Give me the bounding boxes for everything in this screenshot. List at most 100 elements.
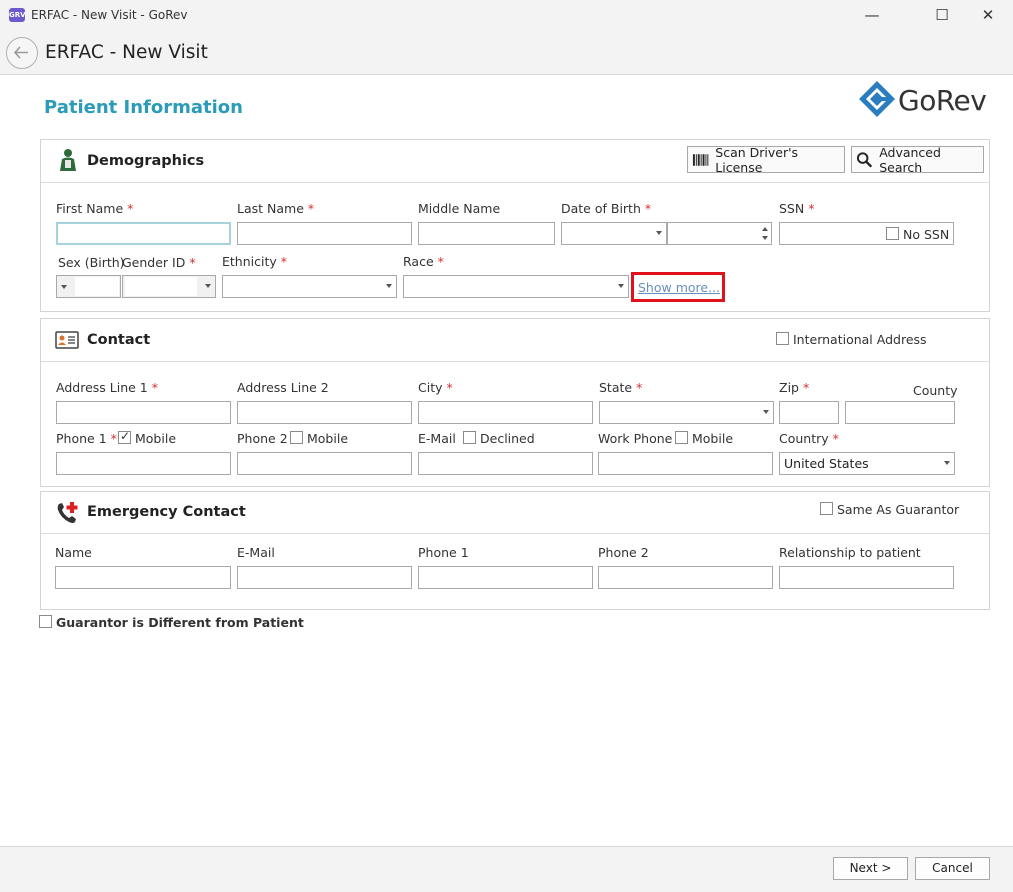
middle-name-label: Middle Name (418, 201, 501, 216)
contact-title: Contact (87, 332, 151, 348)
contact-card-icon (55, 331, 79, 349)
race-label: Race * (403, 254, 444, 269)
spin-down-icon (762, 236, 768, 240)
ec-email-input[interactable] (237, 566, 412, 589)
international-address-label: International Address (793, 332, 927, 347)
last-name-input[interactable] (237, 222, 412, 245)
cancel-button[interactable]: Cancel (915, 857, 990, 880)
work-phone-mobile-checkbox[interactable] (675, 431, 688, 444)
dob-month-select[interactable] (561, 222, 667, 245)
ec-phone1-input[interactable] (418, 566, 593, 589)
ec-phone1-label: Phone 1 (418, 545, 469, 560)
ec-name-input[interactable] (55, 566, 231, 589)
demographics-title: Demographics (87, 153, 205, 169)
maximize-button[interactable]: ☐ (924, 3, 960, 27)
state-label: State * (599, 380, 643, 395)
no-ssn-checkbox[interactable] (886, 227, 899, 240)
work-phone-input[interactable] (598, 452, 773, 475)
gorev-logo-text: GoRev (898, 84, 987, 117)
address1-input[interactable] (56, 401, 231, 424)
ec-email-label: E-Mail (237, 545, 275, 560)
race-select[interactable] (403, 275, 629, 298)
phone1-input[interactable] (56, 452, 231, 475)
county-label: County (913, 383, 958, 398)
chevron-down-icon (656, 231, 662, 235)
show-more-link[interactable]: Show more... (638, 280, 720, 295)
email-input[interactable] (418, 452, 593, 475)
ec-phone2-input[interactable] (598, 566, 773, 589)
scan-license-label: Scan Driver's License (715, 144, 799, 175)
ec-phone2-label: Phone 2 (598, 545, 649, 560)
ssn-label: SSN * (779, 201, 815, 216)
minimize-button[interactable]: — (854, 3, 890, 27)
phone2-input[interactable] (237, 452, 412, 475)
dob-spinner[interactable] (667, 222, 772, 245)
phone-medical-icon (57, 502, 78, 523)
ec-relationship-label: Relationship to patient (779, 545, 921, 560)
state-select[interactable] (599, 401, 774, 424)
address2-label: Address Line 2 (237, 380, 329, 395)
chevron-down-icon (944, 461, 950, 465)
work-phone-mobile-label: Mobile (692, 431, 734, 446)
divider (41, 361, 989, 362)
phone2-label: Phone 2 (237, 431, 288, 446)
gorev-logo-icon (859, 81, 895, 117)
email-label: E-Mail (418, 431, 456, 446)
advanced-search-label: Advanced Search (879, 144, 941, 175)
chevron-down-icon (618, 284, 624, 288)
phone2-mobile-checkbox[interactable] (290, 431, 303, 444)
email-declined-label: Declined (480, 431, 535, 446)
ec-name-label: Name (55, 545, 92, 560)
no-ssn-label: No SSN (903, 227, 950, 242)
gender-select[interactable] (122, 275, 216, 298)
emergency-contact-title: Emergency Contact (87, 504, 246, 520)
window-title: ERFAC - New Visit - GoRev (31, 8, 188, 22)
first-name-label: First Name * (56, 201, 134, 216)
city-label: City * (418, 380, 453, 395)
same-as-guarantor-checkbox[interactable] (820, 502, 833, 515)
app-icon: GRV (9, 8, 26, 22)
divider (41, 533, 989, 534)
ethnicity-label: Ethnicity * (222, 254, 287, 269)
spin-up-icon (762, 227, 768, 231)
phone1-label: Phone 1 * (56, 431, 117, 446)
country-value: United States (784, 456, 869, 471)
guarantor-different-checkbox[interactable] (39, 615, 52, 628)
person-icon (60, 149, 76, 171)
country-select[interactable]: United States (779, 452, 955, 475)
next-button[interactable]: Next > (833, 857, 908, 880)
last-name-label: Last Name * (237, 201, 315, 216)
page-title: ERFAC - New Visit (45, 42, 208, 63)
chevron-down-icon (763, 410, 769, 414)
middle-name-input[interactable] (418, 222, 555, 245)
section-title: Patient Information (44, 97, 243, 118)
gender-label: Gender ID * (122, 255, 196, 270)
dob-label: Date of Birth * (561, 201, 652, 216)
advanced-search-button[interactable]: Advanced Search (851, 144, 984, 175)
phone2-mobile-label: Mobile (307, 431, 349, 446)
sex-select[interactable] (56, 275, 121, 298)
email-declined-checkbox[interactable] (463, 431, 476, 444)
back-button[interactable] (6, 37, 38, 69)
county-input[interactable] (845, 401, 955, 424)
search-icon (856, 151, 873, 168)
country-label: Country * (779, 431, 839, 446)
address2-input[interactable] (237, 401, 412, 424)
phone1-mobile-checkbox[interactable] (118, 429, 131, 444)
international-address-checkbox[interactable] (776, 332, 789, 345)
chevron-down-icon (205, 284, 211, 288)
divider (41, 182, 989, 183)
sex-label: Sex (Birth) (58, 255, 125, 270)
first-name-input[interactable] (56, 222, 231, 245)
address1-label: Address Line 1 * (56, 380, 158, 395)
chevron-down-icon (386, 284, 392, 288)
phone1-mobile-label: Mobile (135, 431, 177, 446)
zip-input[interactable] (779, 401, 839, 424)
work-phone-label: Work Phone (598, 431, 673, 446)
city-input[interactable] (418, 401, 593, 424)
guarantor-different-label: Guarantor is Different from Patient (56, 615, 304, 630)
close-button[interactable]: ✕ (970, 3, 1006, 27)
ethnicity-select[interactable] (222, 275, 397, 298)
scan-license-button[interactable]: Scan Driver's License (687, 144, 845, 175)
ec-relationship-input[interactable] (779, 566, 954, 589)
